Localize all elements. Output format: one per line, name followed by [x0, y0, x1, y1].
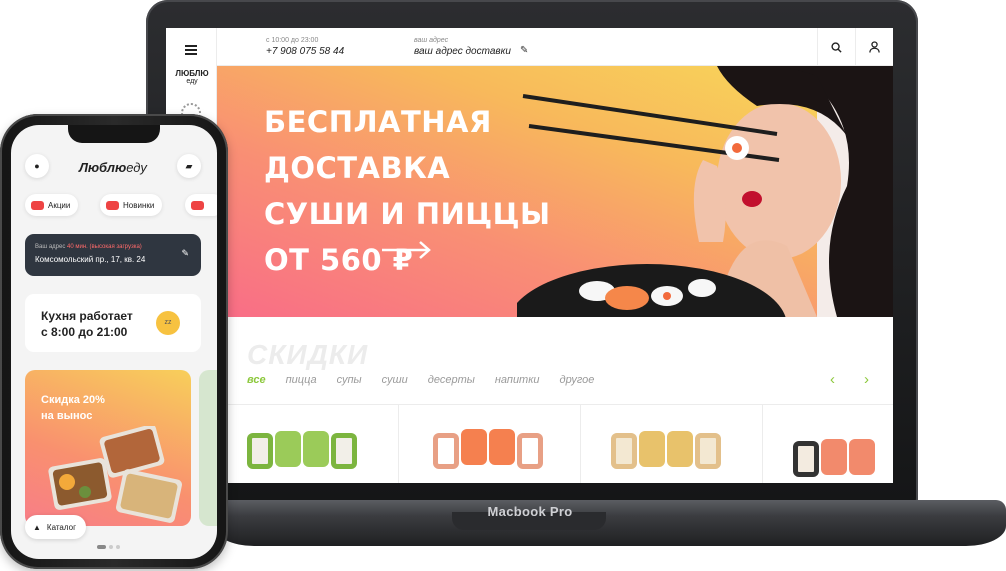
- user-icon: [869, 41, 880, 53]
- app-logo: Люблюеду: [79, 160, 147, 175]
- promo-card-next[interactable]: [199, 370, 217, 526]
- catalog-label: Каталог: [46, 522, 77, 532]
- cloche-icon: ▲: [33, 522, 41, 532]
- address-value: Комсомольский пр., 17, кв. 24: [35, 255, 146, 264]
- product-card[interactable]: [581, 405, 763, 483]
- hero-line: СУШИ И ПИЦЦЫ: [264, 197, 551, 231]
- catalog-button[interactable]: ▲ Каталог: [25, 515, 87, 539]
- chevron-right-icon[interactable]: ›: [864, 371, 869, 388]
- tab-desserts[interactable]: десерты: [428, 374, 475, 386]
- product-card[interactable]: [217, 405, 399, 483]
- category-tabs: все пицца супы суши десерты напитки друг…: [247, 374, 594, 386]
- laptop-brand-label: Macbook Pro: [487, 504, 573, 519]
- chat-button[interactable]: ▰: [177, 154, 201, 178]
- page-indicator: [97, 545, 120, 549]
- tab-other[interactable]: другое: [560, 374, 595, 386]
- site-logo-top: ЛЮБЛЮ: [175, 69, 209, 78]
- user-button[interactable]: [855, 28, 893, 66]
- arrow-right-icon[interactable]: [382, 240, 432, 260]
- delivery-time-note: 40 мин. (высокая загрузка): [67, 244, 142, 250]
- tab-drinks[interactable]: напитки: [495, 374, 540, 386]
- logo-bold: Люблю: [79, 160, 127, 175]
- promo-text: Скидка 20% на вынос: [41, 392, 105, 424]
- tab-soups[interactable]: супы: [337, 374, 362, 386]
- product-card[interactable]: [763, 405, 893, 483]
- phone-screen: ● Люблюеду ▰ Акции Новинки Ваш адрес 40 …: [11, 125, 217, 559]
- product-card[interactable]: [399, 405, 581, 483]
- address-card[interactable]: Ваш адрес 40 мин. (высокая загрузка) Ком…: [25, 234, 201, 276]
- phone-number[interactable]: +7 908 075 58 44: [266, 46, 344, 57]
- hero-banner[interactable]: БЕСПЛАТНАЯ ДОСТАВКА СУШИ И ПИЦЦЫ ОТ 560 …: [217, 66, 893, 317]
- promo-line: на вынос: [41, 410, 93, 422]
- sleeping-emoji-icon: zz: [156, 311, 180, 335]
- chip-label: Акции: [48, 200, 71, 210]
- sushi-icon: [191, 200, 204, 210]
- discounts-title: СКИДКИ: [247, 339, 369, 370]
- edit-icon[interactable]: ✎: [181, 248, 189, 259]
- chip-label: Новинки: [123, 200, 155, 210]
- chip-promotions[interactable]: Акции: [25, 194, 79, 216]
- page-dot: [97, 545, 106, 549]
- menu-icon[interactable]: [185, 45, 197, 57]
- chip-more[interactable]: [185, 194, 217, 216]
- address-label-text: Ваш адрес: [35, 244, 66, 250]
- page-dot: [116, 545, 120, 549]
- profile-button[interactable]: ●: [25, 154, 49, 178]
- page-dot: [109, 545, 113, 549]
- working-hours-line: Кухня работает: [41, 309, 133, 323]
- logo-light: еду: [126, 160, 147, 175]
- address-label: Ваш адрес 40 мин. (высокая загрузка): [35, 244, 142, 250]
- hero-line: ДОСТАВКА: [264, 151, 451, 185]
- hours-label: с 10:00 до 23:00: [266, 37, 319, 44]
- tab-pizza[interactable]: пицца: [286, 374, 317, 386]
- product-cards: [217, 404, 893, 483]
- sushi-icon: [31, 200, 44, 210]
- search-icon: [831, 41, 842, 53]
- site-logo[interactable]: ЛЮБЛЮ еду: [169, 70, 215, 86]
- site-header: с 10:00 до 23:00 +7 908 075 58 44 ваш ад…: [217, 28, 893, 66]
- address-link[interactable]: ваш адрес доставки: [414, 46, 511, 57]
- tab-all[interactable]: все: [247, 374, 266, 386]
- sushi-icon: [106, 200, 119, 210]
- site-logo-bottom: еду: [186, 78, 198, 85]
- address-label: ваш адрес: [414, 37, 449, 44]
- working-hours-text: Кухня работает с 8:00 до 21:00: [41, 308, 133, 340]
- hero-photo: [517, 66, 893, 317]
- promo-card[interactable]: Скидка 20% на вынос: [25, 370, 191, 526]
- working-hours-line: с 8:00 до 21:00: [41, 325, 128, 339]
- food-boxes-image: [48, 426, 182, 523]
- promo-line: Скидка 20%: [41, 394, 105, 406]
- chat-icon: ▰: [185, 160, 193, 171]
- chip-new[interactable]: Новинки: [100, 194, 163, 216]
- edit-icon[interactable]: ✎: [520, 45, 528, 56]
- user-icon: ●: [34, 161, 40, 171]
- hero-line: БЕСПЛАТНАЯ: [264, 105, 492, 139]
- working-hours-card: Кухня работает с 8:00 до 21:00 zz: [25, 294, 201, 352]
- chevron-left-icon[interactable]: ‹: [830, 371, 835, 388]
- laptop-screen: ЛЮБЛЮ еду с 10:00 до 23:00 +7 908 075 58…: [166, 28, 893, 483]
- phone-notch: [68, 125, 160, 143]
- tab-sushi[interactable]: суши: [382, 374, 408, 386]
- search-button[interactable]: [817, 28, 855, 66]
